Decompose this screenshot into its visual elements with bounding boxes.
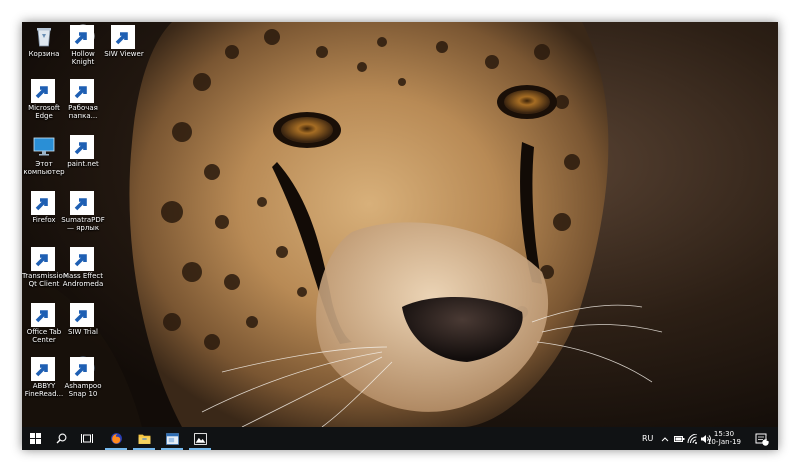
transmission-icon — [31, 246, 56, 271]
clock-time: 15:30 — [713, 430, 735, 438]
show-hidden-icons-button[interactable] — [659, 427, 671, 450]
office-tab-icon — [31, 302, 56, 327]
siw-trial-icon — [70, 302, 95, 327]
paint-net-icon — [70, 134, 95, 159]
shortcut-arrow-icon — [70, 357, 94, 381]
ashampoo-snap-icon — [70, 356, 95, 381]
desktop-icon-label: SumatraPDF — ярлык — [61, 216, 105, 232]
taskbar-clock[interactable]: 15:30 10-Jan-19 — [705, 430, 743, 446]
taskbar-file-explorer[interactable] — [130, 427, 158, 450]
desktop-icon-label: Этот компьютер — [23, 160, 65, 176]
shortcut-arrow-icon — [31, 357, 55, 381]
battery-plug-icon — [673, 435, 684, 442]
desktop-icon-label: Microsoft Edge — [28, 104, 60, 120]
shortcut-arrow-icon — [70, 25, 94, 49]
start-button[interactable] — [22, 427, 48, 450]
battery-button[interactable] — [673, 427, 685, 450]
network-button[interactable] — [686, 427, 698, 450]
shortcut-arrow-icon — [70, 191, 94, 215]
desktop-icon-siw-viewer[interactable]: SIW Viewer — [102, 24, 146, 58]
shortcut-arrow-icon — [70, 135, 94, 159]
siw-viewer-icon — [111, 24, 136, 49]
desktop-icon-label: paint.net — [67, 160, 99, 168]
sumatrapdf-icon: PDF — [70, 190, 95, 215]
shortcut-arrow-icon — [111, 25, 135, 49]
desktop-icon-label: Firefox — [32, 216, 56, 224]
task-view-button[interactable] — [74, 427, 100, 450]
desktop-icon-area: Корзина Hollow Knight SIW Viewer e Micro… — [22, 22, 162, 427]
shortcut-arrow-icon — [31, 79, 55, 103]
task-view-icon — [81, 434, 93, 443]
desktop-icon-transmission[interactable]: Transmission Qt Client — [22, 246, 68, 288]
desktop-icon-this-pc[interactable]: Этот компьютер — [22, 134, 66, 176]
shortcut-arrow-icon — [70, 247, 94, 271]
windows-logo-icon — [29, 433, 41, 444]
screen-frame: Корзина Hollow Knight SIW Viewer e Micro… — [22, 22, 778, 450]
desktop-icon-label: Transmission Qt Client — [22, 272, 68, 288]
desktop-icon-label: SIW Trial — [68, 328, 98, 336]
clock-date: 10-Jan-19 — [706, 438, 742, 446]
input-language-indicator[interactable]: RU — [642, 434, 653, 443]
shortcut-arrow-icon — [31, 303, 55, 327]
firefox-icon — [31, 190, 56, 215]
desktop-icon-label: Рабочая папка... — [68, 104, 98, 120]
desktop-icon-siw-trial[interactable]: SIW Trial — [61, 302, 105, 336]
taskbar-firefox[interactable] — [102, 427, 130, 450]
taskbar: RU 15:30 10-Jan-19 1 — [22, 427, 778, 450]
desktop-icon-desktop-folder[interactable]: Рабочая папка... — [61, 78, 105, 120]
desktop-icon-office-tab-center[interactable]: Office Tab Center — [22, 302, 66, 344]
hollow-knight-icon — [70, 24, 95, 49]
mass-effect-icon — [70, 246, 95, 271]
search-button[interactable] — [48, 427, 74, 450]
desktop-icon-mass-effect[interactable]: Mass Effect Andromeda — [61, 246, 105, 288]
abbyy-finereader-icon — [31, 356, 56, 381]
edge-icon: e — [31, 78, 56, 103]
desktop-icon-abbyy-finereader[interactable]: ABBYY FineRead... — [22, 356, 66, 398]
action-center-button[interactable]: 1 — [751, 427, 773, 450]
search-icon — [56, 433, 66, 444]
shortcut-arrow-icon — [70, 303, 94, 327]
desktop-icon-label: Ashampoo Snap 10 — [64, 382, 102, 398]
recycle-bin-icon — [32, 24, 56, 48]
firefox-icon — [110, 433, 122, 444]
folder-icon — [138, 434, 150, 444]
desktop-icon-hollow-knight[interactable]: Hollow Knight — [61, 24, 105, 66]
taskbar-window-app[interactable] — [158, 427, 186, 450]
desktop-icon-label: Office Tab Center — [26, 328, 62, 344]
desktop-icon-firefox[interactable]: Firefox — [22, 190, 66, 224]
photos-icon — [193, 432, 207, 445]
desktop-icon-sumatrapdf[interactable]: PDF SumatraPDF — ярлык — [61, 190, 105, 232]
computer-monitor-icon — [32, 134, 56, 158]
window-app-icon — [165, 432, 179, 445]
wifi-icon — [687, 433, 697, 444]
desktop-icon-label: Корзина — [28, 50, 60, 58]
desktop-icon-recycle-bin[interactable]: Корзина — [22, 24, 66, 58]
shortcut-arrow-icon — [70, 79, 94, 103]
desktop-icon-microsoft-edge[interactable]: e Microsoft Edge — [22, 78, 66, 120]
shortcut-arrow-icon — [31, 247, 55, 271]
desktop-icon-paint-net[interactable]: paint.net — [61, 134, 105, 168]
chevron-up-icon — [661, 436, 669, 441]
shortcut-arrow-icon — [31, 191, 55, 215]
desktop-icon-label: Mass Effect Andromeda — [62, 272, 104, 288]
desktop-icon-label: Hollow Knight — [71, 50, 95, 66]
taskbar-photos[interactable] — [186, 427, 214, 450]
folder-icon — [70, 78, 95, 103]
desktop-icon-ashampoo-snap[interactable]: Ashampoo Snap 10 — [61, 356, 105, 398]
notification-count-badge: 1 — [765, 436, 770, 443]
desktop-icon-label: SIW Viewer — [104, 50, 144, 58]
desktop-icon-label: ABBYY FineRead... — [24, 382, 64, 398]
